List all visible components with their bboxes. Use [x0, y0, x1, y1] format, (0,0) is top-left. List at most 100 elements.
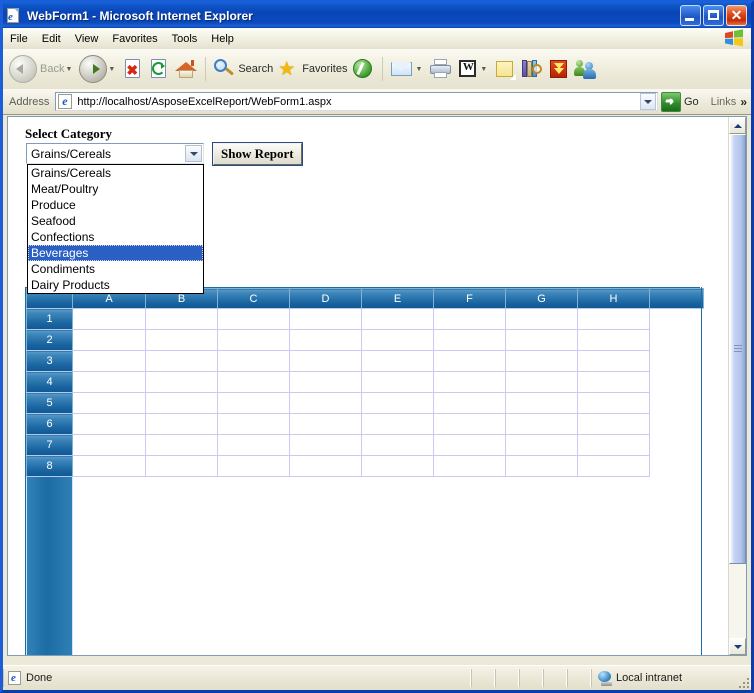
maximize-button[interactable] [703, 5, 724, 26]
cell-h2[interactable] [577, 329, 650, 351]
cell-h4[interactable] [577, 371, 650, 393]
column-header-extra[interactable] [649, 288, 704, 309]
cell-e8[interactable] [361, 455, 434, 477]
dropdown-option-meat-poultry[interactable]: Meat/Poultry [28, 181, 203, 197]
cell-f7[interactable] [433, 434, 506, 456]
cell-c7[interactable] [217, 434, 290, 456]
cell-a1[interactable] [72, 308, 146, 330]
cell-d7[interactable] [289, 434, 362, 456]
cell-a7[interactable] [72, 434, 146, 456]
row-header-7[interactable]: 7 [26, 434, 73, 456]
forward-dropdown-icon[interactable]: ▼ [108, 66, 115, 73]
cell-h7[interactable] [577, 434, 650, 456]
links-label[interactable]: Links [703, 96, 741, 108]
cell-e3[interactable] [361, 350, 434, 372]
mail-dropdown-icon[interactable]: ▼ [415, 66, 422, 73]
dropdown-option-condiments[interactable]: Condiments [28, 261, 203, 277]
menu-item-tools[interactable]: Tools [165, 31, 205, 47]
cell-d3[interactable] [289, 350, 362, 372]
column-header-g[interactable]: G [505, 288, 578, 309]
table-row[interactable]: 2 [26, 329, 704, 351]
favorites-button[interactable]: ★ Favorites [275, 52, 349, 86]
table-row[interactable]: 5 [26, 392, 704, 414]
cell-f1[interactable] [433, 308, 506, 330]
cell-a4[interactable] [72, 371, 146, 393]
cell-b2[interactable] [145, 329, 218, 351]
notes-button[interactable] [492, 52, 518, 86]
cell-f3[interactable] [433, 350, 506, 372]
mail-button[interactable]: ▼ [388, 52, 427, 86]
security-zone-pane[interactable]: Local intranet [591, 669, 751, 687]
cell-g8[interactable] [505, 455, 578, 477]
toolbar-overflow-icon[interactable]: » [740, 95, 751, 109]
cell-a6[interactable] [72, 413, 146, 435]
refresh-button[interactable] [146, 52, 172, 86]
cell-h1[interactable] [577, 308, 650, 330]
row-header-2[interactable]: 2 [26, 329, 73, 351]
cell-b7[interactable] [145, 434, 218, 456]
cell-c2[interactable] [217, 329, 290, 351]
cell-b4[interactable] [145, 371, 218, 393]
row-header-4[interactable]: 4 [26, 371, 73, 393]
cell-c5[interactable] [217, 392, 290, 414]
media-button[interactable] [349, 52, 377, 86]
column-header-c[interactable]: C [217, 288, 290, 309]
cell-e4[interactable] [361, 371, 434, 393]
cell-d5[interactable] [289, 392, 362, 414]
page-scrollbar[interactable] [728, 117, 746, 655]
column-header-f[interactable]: F [433, 288, 506, 309]
cell-g4[interactable] [505, 371, 578, 393]
sheet-table[interactable]: A B C D E F G H 1 2 3 4 5 6 7 8 [26, 288, 704, 477]
cell-d8[interactable] [289, 455, 362, 477]
cell-h8[interactable] [577, 455, 650, 477]
cell-e7[interactable] [361, 434, 434, 456]
close-button[interactable]: ✕ [726, 5, 747, 26]
dropdown-option-dairy-products[interactable]: Dairy Products [28, 277, 203, 293]
cell-e5[interactable] [361, 392, 434, 414]
search-button[interactable]: Search [211, 52, 275, 86]
cell-g2[interactable] [505, 329, 578, 351]
forward-button[interactable]: ▼ [77, 52, 120, 86]
cell-g5[interactable] [505, 392, 578, 414]
cell-a8[interactable] [72, 455, 146, 477]
cell-e6[interactable] [361, 413, 434, 435]
messenger-button[interactable] [572, 52, 600, 86]
dropdown-option-produce[interactable]: Produce [28, 197, 203, 213]
cell-c4[interactable] [217, 371, 290, 393]
cell-h5[interactable] [577, 392, 650, 414]
show-report-button[interactable]: Show Report [213, 143, 302, 165]
dropdown-option-confections[interactable]: Confections [28, 229, 203, 245]
cell-b1[interactable] [145, 308, 218, 330]
cell-e1[interactable] [361, 308, 434, 330]
row-header-3[interactable]: 3 [26, 350, 73, 372]
download-button[interactable] [546, 52, 572, 86]
home-button[interactable] [172, 52, 200, 86]
row-header-1[interactable]: 1 [26, 308, 73, 330]
scrollbar-thumb[interactable] [729, 134, 746, 564]
minimize-button[interactable] [680, 5, 701, 26]
column-header-d[interactable]: D [289, 288, 362, 309]
cell-d4[interactable] [289, 371, 362, 393]
cell-f6[interactable] [433, 413, 506, 435]
window-resize-grip[interactable] [737, 676, 749, 688]
cell-b6[interactable] [145, 413, 218, 435]
cell-e2[interactable] [361, 329, 434, 351]
menu-item-file[interactable]: File [3, 31, 35, 47]
cell-b8[interactable] [145, 455, 218, 477]
back-button[interactable]: Back ▼ [7, 52, 77, 86]
dropdown-option-seafood[interactable]: Seafood [28, 213, 203, 229]
table-row[interactable]: 1 [26, 308, 704, 330]
cell-g1[interactable] [505, 308, 578, 330]
cell-a5[interactable] [72, 392, 146, 414]
cell-h6[interactable] [577, 413, 650, 435]
scrollbar-track[interactable] [729, 134, 746, 638]
cell-g3[interactable] [505, 350, 578, 372]
address-dropdown-button[interactable] [639, 93, 656, 110]
cell-c1[interactable] [217, 308, 290, 330]
table-row[interactable]: 4 [26, 371, 704, 393]
cell-g7[interactable] [505, 434, 578, 456]
cell-c8[interactable] [217, 455, 290, 477]
cell-b5[interactable] [145, 392, 218, 414]
go-button[interactable]: ➜ Go [658, 91, 703, 112]
cell-d6[interactable] [289, 413, 362, 435]
